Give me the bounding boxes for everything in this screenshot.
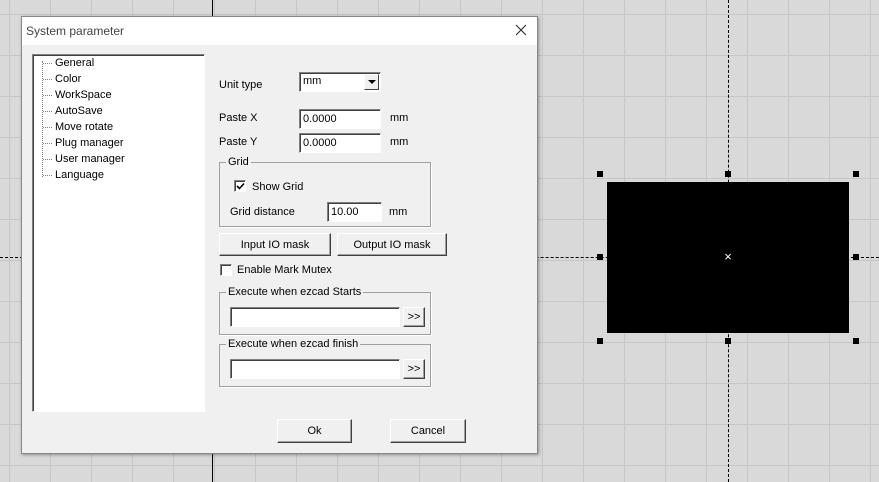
settings-tree: General Color WorkSpace AutoSave Move ro… [32,54,205,412]
resize-handle-top[interactable] [725,171,731,177]
unit-type-value: mm [303,75,322,87]
tree-item-language[interactable]: Language [55,168,104,182]
execute-start-title: Execute when ezcad Starts [226,285,364,299]
tree-item-color[interactable]: Color [55,72,81,86]
tree-item-general[interactable]: General [55,56,94,70]
tree-branch [43,159,52,160]
paste-x-unit: mm [390,112,409,124]
chevron-down-icon[interactable] [364,74,379,90]
resize-handle-bottom[interactable] [725,338,731,344]
tree-branch [43,95,52,96]
tree-item-move-rotate[interactable]: Move rotate [55,120,113,134]
paste-y-unit: mm [390,136,409,148]
execute-finish-path-input[interactable] [230,359,400,379]
execute-finish-title: Execute when ezcad finish [226,337,361,351]
enable-mark-mutex-label[interactable]: Enable Mark Mutex [237,264,332,276]
system-parameter-dialog: System parameter General Color WorkSpace… [21,16,538,454]
execute-start-group: Execute when ezcad Starts >> [219,285,431,335]
cancel-button[interactable]: Cancel [390,419,466,443]
execute-finish-browse-button[interactable]: >> [403,359,425,379]
grid-distance-label: Grid distance [230,206,295,218]
tree-branch [43,175,52,176]
show-grid-checkbox[interactable] [234,180,246,192]
execute-finish-group: Execute when ezcad finish >> [219,337,431,387]
grid-group-title: Grid [226,155,251,169]
resize-handle-left[interactable] [597,254,603,260]
tree-item-autosave[interactable]: AutoSave [55,104,103,118]
close-icon[interactable] [513,22,529,38]
resize-handle-bottom-right[interactable] [853,338,859,344]
unit-type-label: Unit type [219,79,263,91]
paste-y-label: Paste Y [219,136,258,148]
unit-type-select[interactable]: mm [299,72,381,92]
paste-y-input[interactable] [299,133,381,153]
show-grid-label[interactable]: Show Grid [252,181,303,193]
grid-group: Grid Show Grid Grid distance mm [219,155,431,227]
tree-item-user-manager[interactable]: User manager [55,152,125,166]
resize-handle-top-left[interactable] [597,171,603,177]
tree-item-workspace[interactable]: WorkSpace [55,88,112,102]
resize-handle-top-right[interactable] [853,171,859,177]
rotation-center-mark[interactable]: × [722,250,734,264]
execute-start-path-input[interactable] [230,307,400,327]
tree-branch [43,63,52,64]
tree-item-plug-manager[interactable]: Plug manager [55,136,124,150]
execute-start-browse-button[interactable]: >> [403,307,425,327]
grid-distance-unit: mm [389,206,408,218]
output-io-mask-button[interactable]: Output IO mask [337,233,447,256]
tree-branch [43,143,52,144]
paste-x-label: Paste X [219,112,258,124]
tree-branch [43,127,52,128]
enable-mark-mutex-checkbox[interactable] [220,264,232,276]
input-io-mask-button[interactable]: Input IO mask [219,233,331,256]
resize-handle-right[interactable] [853,254,859,260]
grid-distance-input[interactable] [327,202,382,222]
dialog-titlebar[interactable]: System parameter [22,17,537,45]
tree-branch [43,79,52,80]
paste-x-input[interactable] [299,109,381,129]
tree-branch [43,111,52,112]
ok-button[interactable]: Ok [277,419,352,443]
resize-handle-bottom-left[interactable] [597,338,603,344]
dialog-title: System parameter [26,24,125,38]
